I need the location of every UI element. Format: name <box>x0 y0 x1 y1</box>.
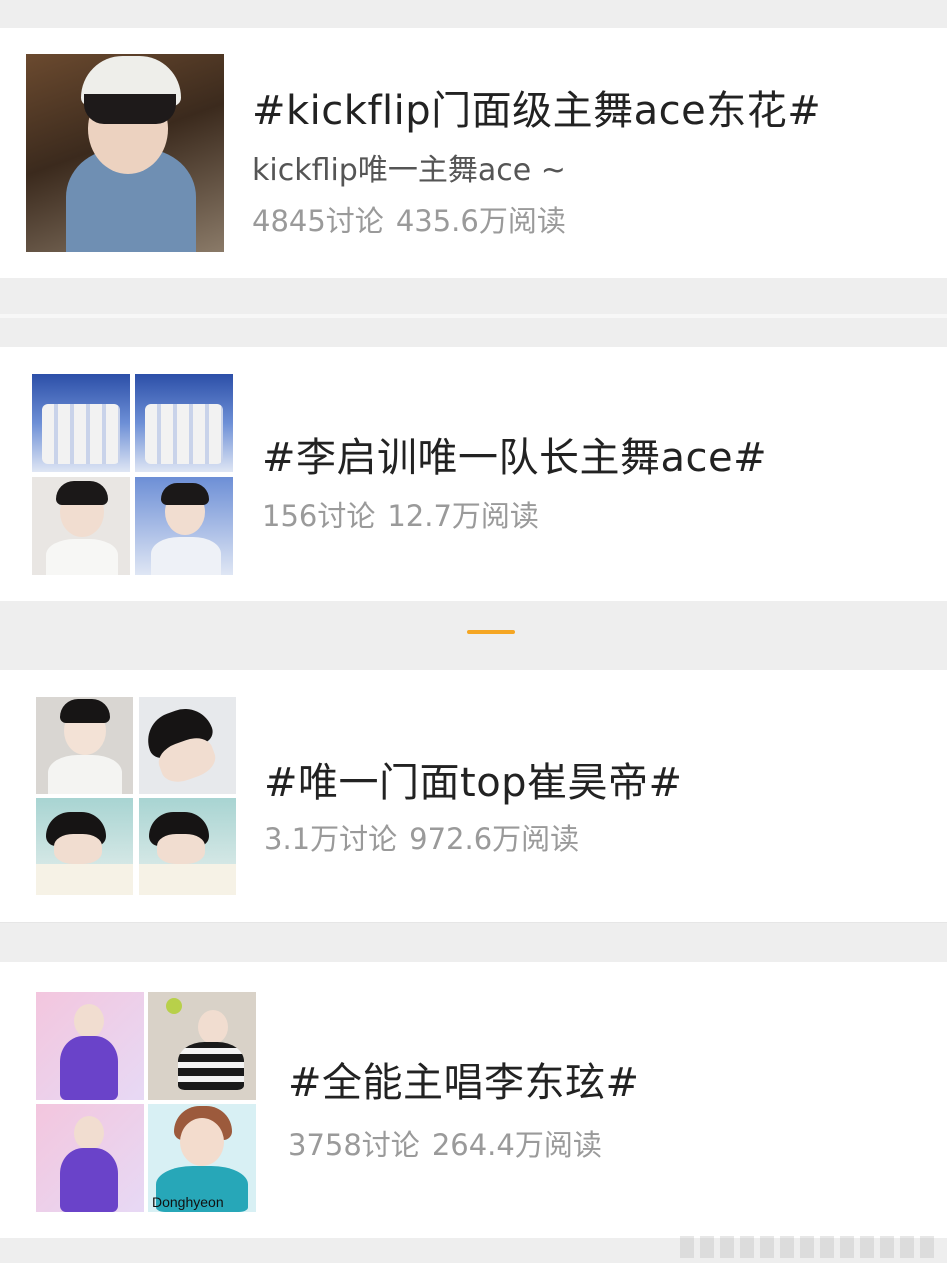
portrait-tile <box>135 477 233 575</box>
divider <box>0 922 947 923</box>
portrait-tile: Donghyeon <box>148 1104 256 1212</box>
topic-card-4[interactable]: Donghyeon #全能主唱李东玹# 3758讨论 264.4万阅读 <box>0 962 947 1238</box>
portrait-tile <box>139 798 236 895</box>
discussion-count: 156讨论 <box>262 499 376 533</box>
topic-card-2[interactable]: #李启训唯一队长主舞ace# 156讨论 12.7万阅读 <box>0 347 947 601</box>
topic-subtitle-1: kickflip唯一主舞ace ~ <box>252 153 566 188</box>
topic-thumbnail-3[interactable] <box>36 697 236 895</box>
discussion-count: 3.1万讨论 <box>264 822 398 856</box>
topic-stats-3: 3.1万讨论 972.6万阅读 <box>264 816 579 858</box>
topic-title-3[interactable]: #唯一门面top崔昊帝# <box>264 750 683 808</box>
topic-stats-1: 4845讨论 435.6万阅读 <box>252 198 566 240</box>
portrait-tile <box>36 697 133 794</box>
group-photo-tile <box>32 374 130 472</box>
portrait-tile <box>32 477 130 575</box>
read-count: 264.4万阅读 <box>431 1128 602 1162</box>
read-count: 972.6万阅读 <box>409 822 580 856</box>
portrait-tile <box>139 697 236 794</box>
topic-card-1[interactable]: #kickflip门面级主舞ace东花# kickflip唯一主舞ace ~ 4… <box>0 28 947 278</box>
read-count: 435.6万阅读 <box>395 204 566 238</box>
topic-title-1[interactable]: #kickflip门面级主舞ace东花# <box>252 78 821 136</box>
discussion-count: 4845讨论 <box>252 204 384 238</box>
topic-thumbnail-2[interactable] <box>32 374 233 575</box>
portrait-tile <box>36 992 144 1100</box>
topic-title-2[interactable]: #李启训唯一队长主舞ace# <box>262 425 767 483</box>
portrait-tile <box>36 1104 144 1212</box>
divider <box>0 314 947 318</box>
topic-card-3[interactable]: #唯一门面top崔昊帝# 3.1万讨论 972.6万阅读 <box>0 670 947 922</box>
image-caption: Donghyeon <box>152 1194 224 1210</box>
topic-stats-4: 3758讨论 264.4万阅读 <box>288 1122 602 1164</box>
topic-title-4[interactable]: #全能主唱李东玹# <box>288 1050 640 1108</box>
topic-thumbnail-4[interactable]: Donghyeon <box>36 992 256 1212</box>
topic-thumbnail-1[interactable] <box>26 54 224 252</box>
scroll-indicator <box>467 630 515 634</box>
portrait-tile <box>36 798 133 895</box>
read-count: 12.7万阅读 <box>387 499 539 533</box>
discussion-count: 3758讨论 <box>288 1128 420 1162</box>
portrait-tile <box>148 992 256 1100</box>
watermark <box>680 1236 940 1258</box>
topic-stats-2: 156讨论 12.7万阅读 <box>262 493 539 535</box>
hair-illustration <box>84 94 176 124</box>
group-photo-tile <box>135 374 233 472</box>
